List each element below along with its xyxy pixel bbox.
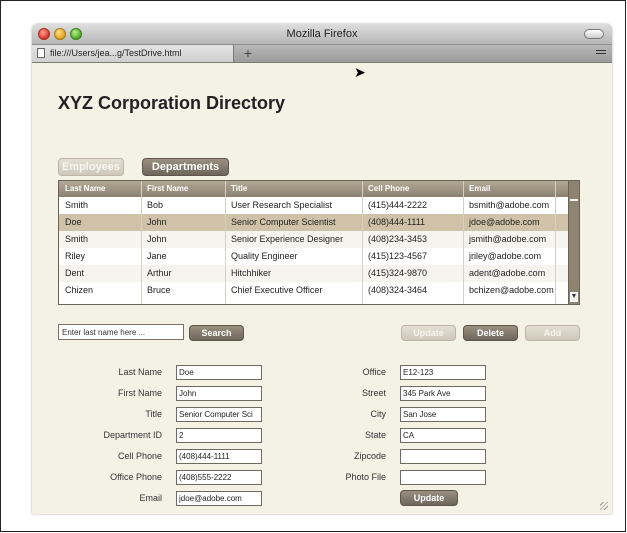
cell-email: bsmith@adobe.com (469, 200, 550, 210)
update-button[interactable]: Update (401, 325, 456, 341)
cell-email: bchizen@adobe.com (469, 285, 554, 295)
table-row[interactable]: Smith John Senior Experience Designer (4… (59, 231, 569, 248)
table-scrollbar[interactable]: ▲ ▼ (568, 181, 579, 304)
photo-file-label: Photo File (345, 472, 386, 482)
cell-cell-phone: (415)123-4567 (368, 251, 428, 261)
cell-cell-phone: (408)444-1111 (368, 217, 426, 227)
title-label: Title (145, 409, 162, 419)
cell-email: jdoe@adobe.com (469, 217, 540, 227)
street-label: Street (361, 388, 386, 398)
tab-list-icon[interactable] (596, 50, 606, 57)
column-divider (555, 181, 556, 304)
office-phone-field[interactable]: (408)555-2222 (176, 470, 262, 485)
office-phone-label: Office Phone (110, 472, 162, 482)
delete-button[interactable]: Delete (463, 325, 518, 341)
browser-tab-bar: file:///Users/jea...g/TestDrive.html + (32, 45, 612, 63)
city-field[interactable]: San Jose (400, 407, 486, 422)
last-name-field[interactable]: Doe (176, 365, 262, 380)
zipcode-field[interactable] (400, 449, 486, 464)
cell-first-name: Arthur (147, 268, 172, 278)
search-input[interactable] (58, 324, 184, 340)
app-content: XYZ Corporation Directory Employees Depa… (32, 63, 612, 514)
tab-departments[interactable]: Departments (142, 158, 229, 176)
cell-phone-label: Cell Phone (117, 451, 162, 461)
cell-title: Hitchhiker (231, 268, 272, 278)
column-header-cell-phone[interactable]: Cell Phone (368, 184, 409, 193)
table-row[interactable]: Riley Jane Quality Engineer (415)123-456… (59, 248, 569, 265)
new-tab-button[interactable]: + (239, 45, 257, 62)
cell-email: jsmith@adobe.com (469, 234, 547, 244)
search-button[interactable]: Search (189, 325, 244, 341)
column-divider (362, 181, 363, 304)
first-name-field[interactable]: John (176, 386, 262, 401)
title-bar: Mozilla Firefox (32, 24, 612, 45)
first-name-label: First Name (117, 388, 162, 398)
cell-first-name: Jane (147, 251, 167, 261)
email-field[interactable]: jdoe@adobe.com (176, 491, 262, 506)
cell-title: User Research Specialist (231, 200, 333, 210)
employee-table[interactable]: Last Name First Name Title Cell Phone Em… (58, 180, 580, 305)
table-row[interactable]: Chizen Bruce Chief Executive Officer (40… (59, 282, 569, 299)
cell-first-name: Bob (147, 200, 164, 210)
department-id-field[interactable]: 2 (176, 428, 262, 443)
form-update-button[interactable]: Update (400, 490, 458, 506)
cell-cell-phone: (415)324-9870 (368, 268, 428, 278)
table-row-selected[interactable]: Doe John Senior Computer Scientist (408)… (59, 214, 569, 231)
window-title: Mozilla Firefox (286, 28, 358, 40)
add-button[interactable]: Add (525, 325, 580, 341)
cell-first-name: Bruce (147, 285, 171, 295)
tab-employees[interactable]: Employees (58, 158, 124, 176)
column-header-email[interactable]: Email (469, 184, 490, 193)
column-divider (463, 181, 464, 304)
photo-file-field[interactable] (400, 470, 486, 485)
state-label: State (364, 430, 386, 440)
cell-last-name: Chizen (65, 285, 94, 295)
street-field[interactable]: 345 Park Ave (400, 386, 486, 401)
cell-last-name: Dent (65, 268, 85, 278)
toolbar-toggle-icon[interactable] (584, 29, 604, 39)
state-field[interactable]: CA (400, 428, 486, 443)
resize-grip-icon[interactable] (600, 502, 608, 510)
office-label: Office (362, 367, 386, 377)
cell-cell-phone: (408)324-3464 (368, 285, 428, 295)
cell-title: Chief Executive Officer (231, 285, 323, 295)
column-divider (141, 181, 142, 304)
column-divider (225, 181, 226, 304)
scrollbar-thumb[interactable] (570, 201, 578, 281)
cell-first-name: John (147, 217, 167, 227)
department-id-label: Department ID (103, 430, 162, 440)
table-header: Last Name First Name Title Cell Phone Em… (59, 181, 569, 197)
table-row[interactable]: Dent Arthur Hitchhiker (415)324-9870 ade… (59, 265, 569, 282)
browser-tab[interactable]: file:///Users/jea...g/TestDrive.html (32, 45, 234, 62)
cell-cell-phone: (415)444-2222 (368, 200, 428, 210)
browser-window: Mozilla Firefox file:///Users/jea...g/Te… (32, 24, 612, 514)
document-icon (37, 48, 45, 58)
cell-last-name: Riley (65, 251, 86, 261)
browser-tab-label: file:///Users/jea...g/TestDrive.html (50, 48, 182, 58)
cell-title: Quality Engineer (231, 251, 298, 261)
cell-last-name: Smith (65, 234, 89, 244)
cell-cell-phone: (408)234-3453 (368, 234, 428, 244)
city-label: City (370, 409, 387, 419)
cell-title: Senior Experience Designer (231, 234, 344, 244)
email-label: Email (139, 493, 162, 503)
office-field[interactable]: E12-123 (400, 365, 486, 380)
cell-last-name: Smith (65, 200, 89, 210)
column-header-title[interactable]: Title (231, 184, 247, 193)
last-name-label: Last Name (118, 367, 162, 377)
cell-email: adent@adobe.com (469, 268, 546, 278)
title-field[interactable]: Senior Computer Sci (176, 407, 262, 422)
scroll-down-icon[interactable]: ▼ (570, 292, 578, 302)
table-row[interactable]: Smith Bob User Research Specialist (415)… (59, 197, 569, 214)
page-title: XYZ Corporation Directory (58, 93, 286, 113)
column-header-last-name[interactable]: Last Name (65, 184, 105, 193)
column-header-first-name[interactable]: First Name (147, 184, 188, 193)
cell-email: jriley@adobe.com (469, 251, 542, 261)
cell-phone-field[interactable]: (408)444-1111 (176, 449, 262, 464)
zipcode-label: Zipcode (353, 451, 386, 461)
cell-first-name: John (147, 234, 167, 244)
cell-title: Senior Computer Scientist (231, 217, 336, 227)
cell-last-name: Doe (65, 217, 82, 227)
